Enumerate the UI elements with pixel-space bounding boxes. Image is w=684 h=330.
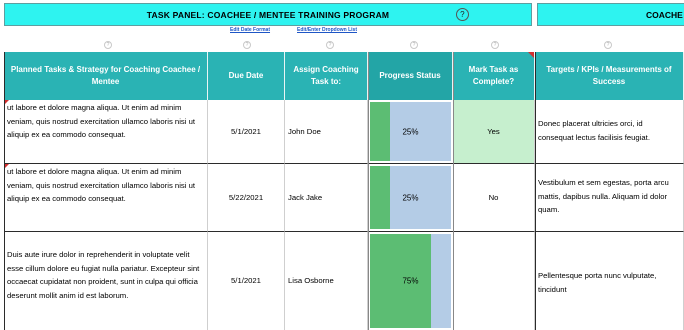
- tasks-help-icon[interactable]: ?: [104, 41, 112, 49]
- targets-help-icon[interactable]: ?: [604, 41, 612, 49]
- complete-cell-row-3[interactable]: [453, 232, 535, 330]
- complete-help-icon[interactable]: ?: [491, 41, 499, 49]
- assign-help-icon[interactable]: ?: [326, 41, 334, 49]
- grid-divider: [368, 52, 369, 330]
- task-cell-row-1[interactable]: ut labore et dolore magna aliqua. Ut eni…: [4, 100, 208, 164]
- task-cell-row-2[interactable]: ut labore et dolore magna aliqua. Ut eni…: [4, 164, 208, 232]
- assignee-cell-row-2[interactable]: Jack Jake: [285, 164, 368, 232]
- progress-cell-row-1[interactable]: 25%: [368, 100, 453, 164]
- header-tasks[interactable]: Planned Tasks & Strategy for Coaching Co…: [4, 52, 208, 100]
- progress-label: 75%: [402, 276, 419, 286]
- panel-title: TASK PANEL: COACHEE / MENTEE TRAINING PR…: [146, 10, 390, 20]
- complete-cell-row-2[interactable]: No: [453, 164, 535, 232]
- progress-label: 25%: [402, 127, 419, 136]
- task-cell-row-3[interactable]: Duis aute irure dolor in reprehenderit i…: [4, 232, 208, 330]
- task-panel-sheet: TASK PANEL: COACHEE / MENTEE TRAINING PR…: [0, 0, 684, 330]
- comment-flag-icon: [528, 52, 534, 58]
- help-icon[interactable]: ?: [456, 8, 469, 21]
- header-due-date[interactable]: Due Date: [208, 52, 285, 100]
- task-text: ut labore et dolore magna aliqua. Ut eni…: [7, 103, 196, 139]
- grid-divider: [535, 52, 536, 330]
- assignee-cell-row-1[interactable]: John Doe: [285, 100, 368, 164]
- panel-title-cell[interactable]: TASK PANEL: COACHEE / MENTEE TRAINING PR…: [4, 3, 532, 26]
- progress-help-icon[interactable]: ?: [410, 41, 418, 49]
- header-targets[interactable]: Targets / KPIs / Measurements of Success: [535, 52, 684, 100]
- due-date-help-icon[interactable]: ?: [243, 41, 251, 49]
- complete-cell-row-1[interactable]: Yes: [453, 100, 535, 164]
- target-cell-row-2[interactable]: Vestibulum et sem egestas, porta arcu ma…: [535, 164, 684, 232]
- header-progress[interactable]: Progress Status: [368, 52, 453, 100]
- grid-divider: [453, 52, 454, 330]
- progress-cell-row-3[interactable]: 75%: [368, 232, 453, 330]
- target-cell-row-1[interactable]: Donec placerat ultricies orci, id conseq…: [535, 100, 684, 164]
- title-bar: TASK PANEL: COACHEE / MENTEE TRAINING PR…: [0, 3, 684, 26]
- coachee-title-cell[interactable]: COACHE: [537, 3, 684, 26]
- assignee-cell-row-3[interactable]: Lisa Osborne: [285, 232, 368, 330]
- due-date-cell-row-1[interactable]: 5/1/2021: [208, 100, 285, 164]
- header-complete-label: Mark Task as Complete?: [468, 65, 519, 86]
- target-cell-row-3[interactable]: Pellentesque porta nunc vulputate, tinci…: [535, 232, 684, 330]
- progress-label: 25%: [402, 193, 419, 202]
- task-text: ut labore et dolore magna aliqua. Ut eni…: [7, 167, 196, 203]
- grid-divider: [4, 52, 5, 330]
- due-date-cell-row-3[interactable]: 5/1/2021: [208, 232, 285, 330]
- edit-dropdown-list-link[interactable]: Edit/Enter Dropdown List: [297, 27, 357, 36]
- header-assign[interactable]: Assign Coaching Task to:: [285, 52, 368, 100]
- progress-cell-row-2[interactable]: 25%: [368, 164, 453, 232]
- edit-date-format-link[interactable]: Edit Date Format: [230, 27, 270, 36]
- header-complete[interactable]: Mark Task as Complete?: [453, 52, 535, 100]
- due-date-cell-row-2[interactable]: 5/22/2021: [208, 164, 285, 232]
